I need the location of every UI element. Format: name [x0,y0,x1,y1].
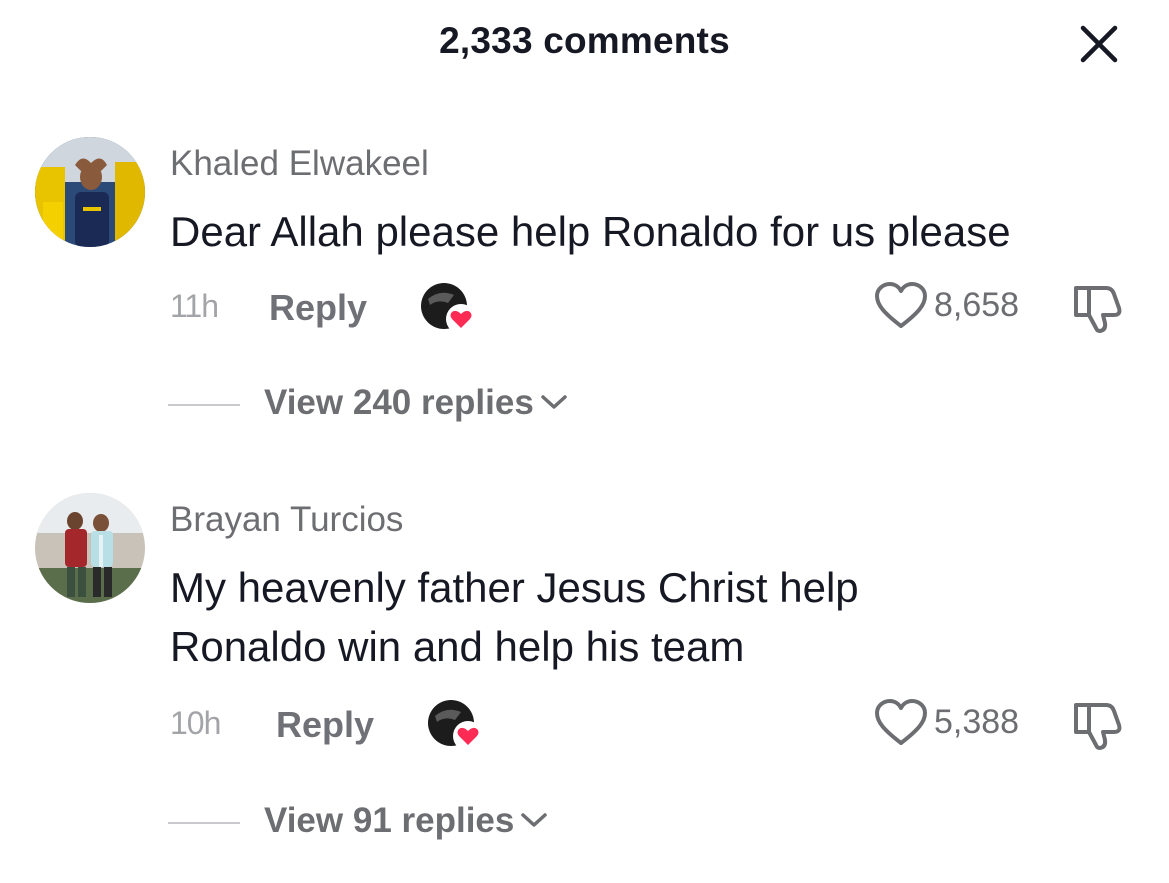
dislike-button[interactable] [1070,699,1126,751]
avatar[interactable] [35,493,145,603]
thumbs-down-icon [1074,286,1122,333]
close-button[interactable] [1072,17,1126,71]
comment-username[interactable]: Khaled Elwakeel [170,144,429,184]
chevron-down-icon [541,395,567,409]
comment-text: My heavenly father Jesus Christ help Ron… [170,564,859,670]
like-count: 8,658 [934,286,1020,324]
replies-divider [168,404,240,406]
thumbs-down-icon [1074,703,1122,750]
reply-button[interactable]: Reply [276,704,374,746]
comment-text: Dear Allah please help Ronaldo for us pl… [170,208,1011,255]
view-replies-button[interactable]: View 240 replies [264,383,568,423]
replies-divider [168,822,240,824]
like-count: 5,388 [934,703,1020,741]
view-replies-button[interactable]: View 91 replies [264,801,548,841]
comments-count-title: 2,333 comments [439,20,730,61]
heart-outline-icon [875,282,927,328]
avatar[interactable] [35,137,145,247]
creator-liked-badge [425,698,485,754]
like-button[interactable] [874,282,928,330]
comment-timestamp: 10h [170,705,221,741]
heart-outline-icon [875,699,927,745]
dislike-button[interactable] [1070,282,1126,334]
chevron-down-icon [521,813,548,827]
view-replies-label: View 91 replies [264,801,515,840]
creator-liked-badge [418,281,478,337]
comment-timestamp: 11h [170,288,219,324]
close-icon [1080,25,1118,63]
comment-username[interactable]: Brayan Turcios [170,500,403,540]
view-replies-label: View 240 replies [264,383,534,422]
reply-button[interactable]: Reply [269,287,367,329]
comments-sheet: 2,333 comments Khaled Elwakeel Dear Alla… [0,0,1169,883]
like-button[interactable] [874,699,928,747]
